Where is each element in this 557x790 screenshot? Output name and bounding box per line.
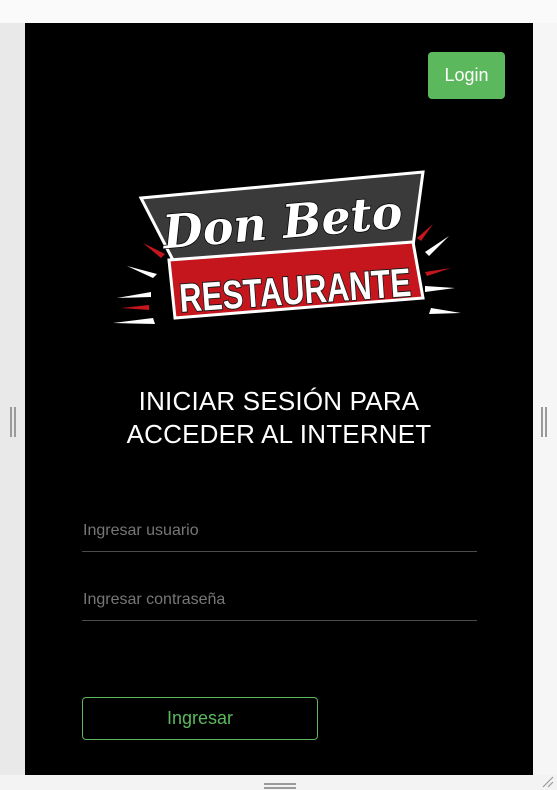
vertical-drag-handle-icon[interactable] [10, 407, 16, 437]
restaurant-logo: Don Beto RESTAURANTE [113, 170, 461, 324]
password-input[interactable] [82, 580, 479, 620]
page-title-line-2: ACCEDER AL INTERNET [126, 419, 432, 449]
top-strip [0, 0, 557, 23]
page-title-line-1: INICIAR SESIÓN PARA [138, 386, 420, 416]
submit-button[interactable]: Ingresar [82, 697, 318, 740]
burst-ray-icon [425, 236, 449, 256]
burst-ray-icon [425, 268, 451, 276]
login-panel: Login Don Beto RESTAURANTE INICIAR SESIÓ… [25, 23, 533, 775]
burst-ray-icon [143, 243, 165, 258]
burst-ray-icon [127, 266, 157, 278]
resize-corner-icon[interactable] [540, 774, 554, 788]
burst-ray-icon [429, 308, 461, 314]
right-resize-panel[interactable] [532, 23, 557, 775]
left-resize-panel[interactable] [0, 23, 26, 775]
password-field [82, 580, 479, 621]
page-title: INICIAR SESIÓN PARA ACCEDER AL INTERNET [25, 385, 533, 451]
username-input[interactable] [82, 511, 479, 551]
burst-ray-icon [417, 224, 433, 241]
burst-ray-icon [121, 305, 149, 310]
username-field [82, 511, 479, 552]
login-button[interactable]: Login [428, 52, 505, 99]
horizontal-drag-handle-icon[interactable] [264, 783, 296, 789]
window-frame: Login Don Beto RESTAURANTE INICIAR SESIÓ… [0, 0, 557, 790]
burst-ray-icon [425, 286, 455, 292]
vertical-drag-handle-icon[interactable] [541, 407, 547, 437]
burst-ray-icon [113, 318, 155, 324]
burst-ray-icon [117, 292, 151, 298]
